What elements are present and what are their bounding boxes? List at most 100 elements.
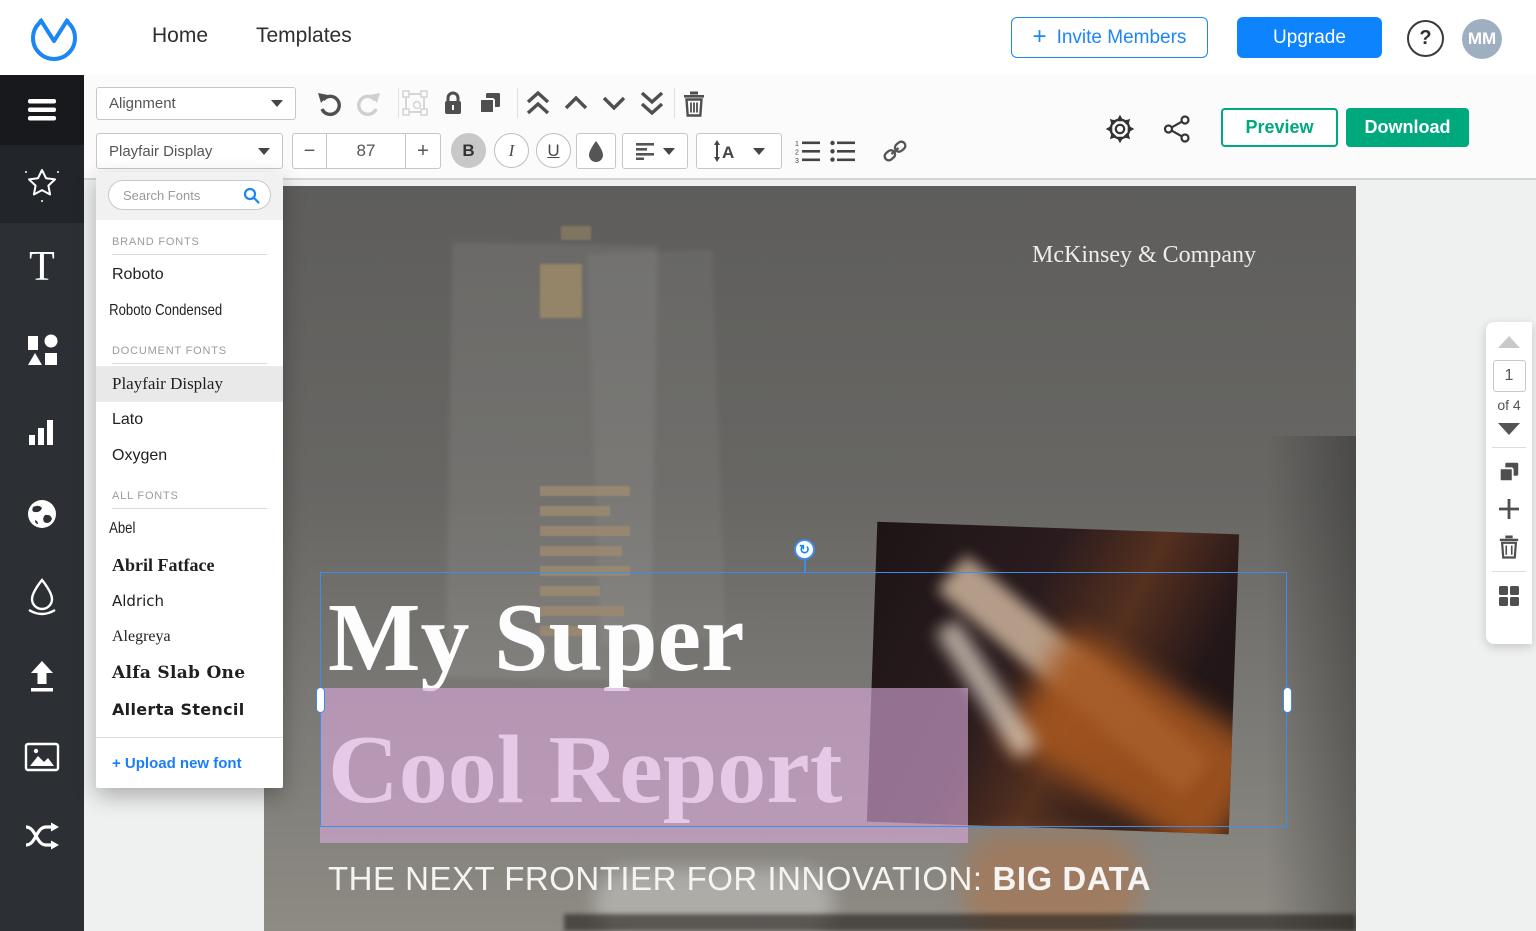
font-item-roboto-condensed[interactable]: Roboto Condensed bbox=[96, 293, 249, 329]
numbered-list-button[interactable]: 1 2 3 bbox=[791, 134, 825, 168]
line-spacing-dropdown[interactable]: A bbox=[696, 133, 782, 169]
app-logo-icon[interactable] bbox=[28, 12, 80, 64]
font-search-input[interactable] bbox=[123, 187, 240, 203]
sidebar-item-text[interactable]: T bbox=[0, 237, 84, 297]
underline-button[interactable]: U bbox=[536, 133, 571, 168]
group-button[interactable] bbox=[398, 86, 432, 120]
help-button[interactable]: ? bbox=[1407, 20, 1444, 57]
upgrade-button[interactable]: Upgrade bbox=[1237, 17, 1382, 58]
text-align-dropdown[interactable] bbox=[622, 133, 688, 169]
delete-button[interactable] bbox=[677, 86, 711, 120]
preview-button[interactable]: Preview bbox=[1221, 108, 1338, 147]
page-grid-view-button[interactable] bbox=[1496, 583, 1522, 609]
send-to-back-button[interactable] bbox=[635, 86, 669, 120]
nav-home[interactable]: Home bbox=[152, 24, 208, 48]
nav-templates[interactable]: Templates bbox=[256, 24, 352, 48]
svg-text:1: 1 bbox=[795, 141, 799, 148]
resize-handle-left[interactable] bbox=[316, 687, 325, 713]
font-item-aldrich[interactable]: Aldrich bbox=[96, 583, 283, 619]
chevron-down-icon bbox=[753, 147, 765, 155]
sidebar-item-shapes[interactable] bbox=[0, 320, 84, 380]
font-item-alfa-slab-one[interactable]: Alfa Slab One bbox=[96, 655, 283, 691]
duplicate-button[interactable] bbox=[473, 86, 507, 120]
next-page-button[interactable] bbox=[1498, 423, 1520, 435]
sidebar-item-images[interactable] bbox=[0, 727, 84, 787]
link-button[interactable] bbox=[878, 134, 912, 168]
font-section-label: DOCUMENT FONTS bbox=[112, 345, 227, 357]
search-icon[interactable] bbox=[243, 187, 260, 209]
divider bbox=[112, 254, 267, 255]
bring-to-front-button[interactable] bbox=[521, 86, 555, 120]
upload-icon bbox=[31, 661, 53, 692]
divider bbox=[112, 363, 267, 364]
plus-icon bbox=[1499, 499, 1519, 519]
font-item-abril-fatface[interactable]: Abril Fatface bbox=[96, 547, 283, 583]
font-picker-panel: BRAND FONTS Roboto Roboto Condensed DOCU… bbox=[96, 172, 283, 788]
font-item-alegreya[interactable]: Alegreya bbox=[96, 619, 283, 655]
italic-button[interactable]: I bbox=[494, 133, 529, 168]
delete-page-button[interactable] bbox=[1496, 533, 1522, 559]
ink-drop-icon bbox=[28, 578, 56, 616]
subtitle-regular: THE NEXT FRONTIER FOR INNOVATION: bbox=[328, 860, 983, 897]
hamburger-icon bbox=[28, 99, 56, 121]
link-icon bbox=[883, 140, 907, 162]
document-canvas[interactable]: McKinsey & Company My Super Cool Report … bbox=[264, 186, 1356, 931]
bullet-list-icon bbox=[830, 140, 855, 162]
font-family-dropdown[interactable]: Playfair Display bbox=[96, 133, 283, 169]
font-size-increase-button[interactable]: + bbox=[406, 133, 441, 169]
bring-forward-button[interactable] bbox=[559, 86, 593, 120]
sidebar-item-charts[interactable] bbox=[0, 402, 84, 462]
copy-icon bbox=[479, 93, 500, 114]
font-item-abel[interactable]: Abel bbox=[96, 511, 249, 547]
send-backward-button[interactable] bbox=[597, 86, 631, 120]
rotate-handle[interactable]: ↻ bbox=[794, 539, 815, 560]
duplicate-page-button[interactable] bbox=[1496, 459, 1522, 485]
font-item-playfair-display[interactable]: Playfair Display bbox=[96, 366, 283, 402]
font-item-roboto[interactable]: Roboto bbox=[96, 257, 283, 293]
document-subtitle[interactable]: THE NEXT FRONTIER FOR INNOVATION: BIG DAT… bbox=[328, 860, 1151, 898]
add-page-button[interactable] bbox=[1496, 496, 1522, 522]
sidebar-menu-button[interactable] bbox=[0, 75, 84, 145]
undo-button[interactable] bbox=[313, 86, 347, 120]
text-tool-icon: T bbox=[29, 244, 55, 290]
brand-text[interactable]: McKinsey & Company bbox=[954, 242, 1334, 269]
resize-handle-right[interactable] bbox=[1283, 687, 1292, 713]
user-avatar[interactable]: MM bbox=[1462, 19, 1502, 59]
settings-button[interactable] bbox=[1103, 112, 1137, 146]
font-size-value[interactable]: 87 bbox=[326, 133, 406, 169]
redo-button[interactable] bbox=[351, 86, 385, 120]
upload-new-font-link[interactable]: + Upload new font bbox=[96, 738, 283, 788]
download-button[interactable]: Download bbox=[1346, 108, 1469, 147]
bold-button[interactable]: B bbox=[451, 133, 486, 168]
photo-desk-edge bbox=[564, 914, 1356, 931]
current-page-input[interactable] bbox=[1492, 360, 1526, 392]
divider bbox=[1492, 447, 1526, 448]
photo-text-line bbox=[540, 546, 622, 556]
image-icon bbox=[24, 742, 60, 772]
sidebar-item-upload[interactable] bbox=[0, 646, 84, 706]
sidebar-item-theme[interactable] bbox=[0, 567, 84, 627]
text-color-button[interactable] bbox=[576, 133, 616, 169]
lock-button[interactable] bbox=[436, 86, 470, 120]
bullet-list-button[interactable] bbox=[826, 134, 860, 168]
font-size-decrease-button[interactable]: − bbox=[292, 133, 326, 169]
svg-text:3: 3 bbox=[795, 158, 799, 163]
invite-members-button[interactable]: + Invite Members bbox=[1011, 17, 1208, 58]
share-button[interactable] bbox=[1160, 112, 1194, 146]
selection-bounding-box bbox=[320, 572, 1287, 827]
copy-icon bbox=[1498, 462, 1519, 483]
previous-page-button[interactable] bbox=[1498, 336, 1520, 348]
share-icon bbox=[1163, 115, 1190, 143]
chevron-down-icon bbox=[602, 96, 626, 111]
shuffle-icon bbox=[25, 822, 59, 850]
sidebar-item-shuffle[interactable] bbox=[0, 806, 84, 866]
font-item-allerta-stencil[interactable]: Allerta Stencil bbox=[96, 691, 283, 727]
font-item-oxygen[interactable]: Oxygen bbox=[96, 438, 283, 474]
sidebar-item-web[interactable] bbox=[0, 484, 84, 544]
alignment-dropdown[interactable]: Alignment bbox=[96, 87, 296, 120]
font-item-lato[interactable]: Lato bbox=[96, 402, 283, 438]
sidebar-item-favorites[interactable] bbox=[0, 145, 84, 223]
font-search-box[interactable] bbox=[108, 180, 271, 210]
divider bbox=[1492, 571, 1526, 572]
grid-icon bbox=[1499, 586, 1519, 606]
